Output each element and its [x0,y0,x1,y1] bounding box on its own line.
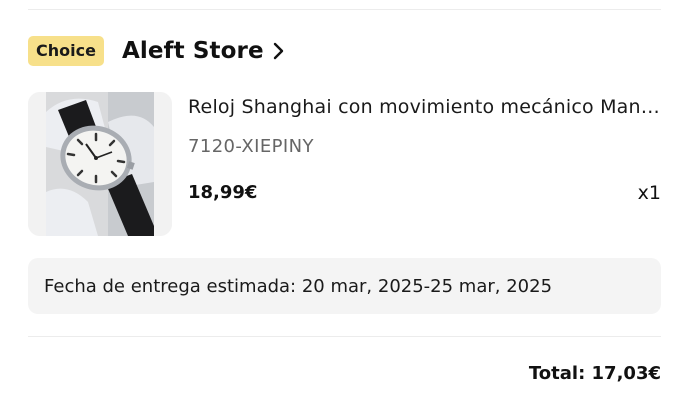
store-name-link[interactable]: Aleft Store [122,38,264,64]
top-divider [28,9,661,10]
order-total: Total: 17,03€ [528,363,661,384]
estimated-delivery-text: Fecha de entrega estimada: 20 mar, 2025-… [44,275,553,297]
product-title[interactable]: Reloj Shanghai con movimiento mecánico M… [188,96,663,118]
product-variant: 7120-XIEPINY [188,136,314,157]
product-price: 18,99€ [188,182,258,203]
choice-badge: Choice [28,36,104,66]
product-quantity: x1 [637,182,661,204]
store-header[interactable]: Choice Aleft Store [28,35,286,67]
wristwatch-icon [28,92,172,236]
summary-divider [28,336,661,337]
estimated-delivery: Fecha de entrega estimada: 20 mar, 2025-… [28,258,661,314]
chevron-right-icon[interactable] [272,41,286,61]
product-image[interactable] [28,92,172,236]
